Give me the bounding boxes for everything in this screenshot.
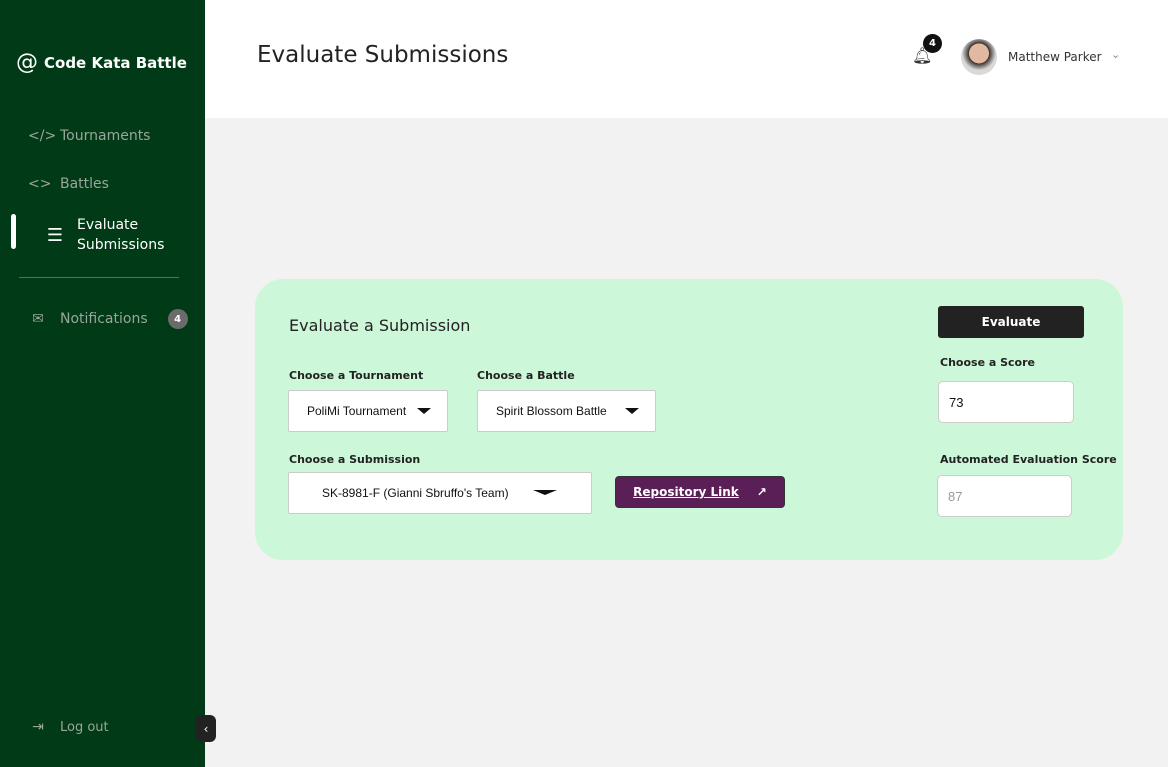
caret-down-icon (533, 490, 557, 495)
numbered-list-icon: ☰ (46, 224, 64, 246)
submission-label: Choose a Submission (289, 453, 421, 466)
active-indicator (11, 214, 16, 249)
sidebar-item-evaluate-submissions[interactable]: ☰ Evaluate Submissions (45, 215, 164, 255)
sidebar-item-label: Battles (60, 176, 109, 192)
chevron-down-icon[interactable]: ⌄ (1111, 48, 1120, 61)
header: Evaluate Submissions 🔔︎ 4 Matthew Parker … (205, 0, 1168, 118)
sidebar-item-notifications[interactable]: ✉ Notifications 4 (28, 309, 188, 329)
sidebar-item-label: Tournaments (60, 128, 151, 144)
evaluate-card: Evaluate a Submission Evaluate Choose a … (255, 279, 1123, 560)
sidebar-item-label: Notifications (60, 311, 148, 327)
tournament-value: PoliMi Tournament (307, 404, 407, 418)
page-title: Evaluate Submissions (257, 42, 509, 68)
caret-down-icon (417, 408, 431, 414)
at-icon: @ (16, 50, 38, 75)
tournament-label: Choose a Tournament (289, 369, 424, 382)
logo-text: Code Kata Battle (44, 53, 187, 72)
evaluate-button[interactable]: Evaluate (938, 306, 1084, 338)
logo[interactable]: @ Code Kata Battle (16, 50, 187, 75)
repo-label: Repository Link (633, 485, 739, 499)
auto-score-label: Automated Evaluation Score (940, 453, 1117, 466)
caret-down-icon (625, 408, 639, 414)
submission-value: SK-8981-F (Gianni Sbruffo's Team) (322, 486, 509, 500)
score-input[interactable]: 73 (938, 381, 1074, 423)
code-brackets-icon: <> (28, 176, 52, 192)
sidebar: @ Code Kata Battle </> Tournaments <> Battl… (0, 0, 205, 767)
tournament-select[interactable]: PoliMi Tournament (288, 390, 448, 432)
external-link-icon: ↗ (756, 485, 767, 499)
battle-select[interactable]: Spirit Blossom Battle (477, 390, 656, 432)
label-line1: Evaluate (77, 217, 139, 233)
notifications-button[interactable]: 🔔︎ 4 (912, 34, 942, 65)
battle-value: Spirit Blossom Battle (496, 404, 607, 418)
score-label: Choose a Score (940, 356, 1035, 369)
notification-badge: 4 (167, 309, 188, 329)
sidebar-item-tournaments[interactable]: </> Tournaments (28, 128, 150, 144)
logout-button[interactable]: ⇥ Log out (28, 719, 109, 735)
divider (19, 277, 179, 278)
collapse-sidebar-button[interactable]: ‹ (196, 715, 216, 742)
repository-link-button[interactable]: Repository Link ↗ (615, 476, 785, 508)
chevron-left-icon: ‹ (203, 721, 209, 736)
code-slash-icon: </> (28, 128, 57, 144)
submission-select[interactable]: SK-8981-F (Gianni Sbruffo's Team) (288, 472, 592, 514)
logout-icon: ⇥ (32, 719, 44, 735)
auto-score-input: 87 (937, 475, 1072, 517)
logout-label: Log out (60, 719, 109, 735)
sidebar-item-battles[interactable]: <> Battles (28, 176, 109, 192)
user-name[interactable]: Matthew Parker (1008, 50, 1102, 64)
label-line2: Submissions (77, 237, 165, 253)
sidebar-item-label: Evaluate Submissions (77, 215, 164, 255)
mail-icon: ✉ (32, 311, 44, 327)
notification-count-badge: 4 (923, 34, 942, 53)
card-title: Evaluate a Submission (289, 316, 471, 335)
battle-label: Choose a Battle (477, 369, 575, 382)
avatar[interactable] (961, 39, 997, 75)
